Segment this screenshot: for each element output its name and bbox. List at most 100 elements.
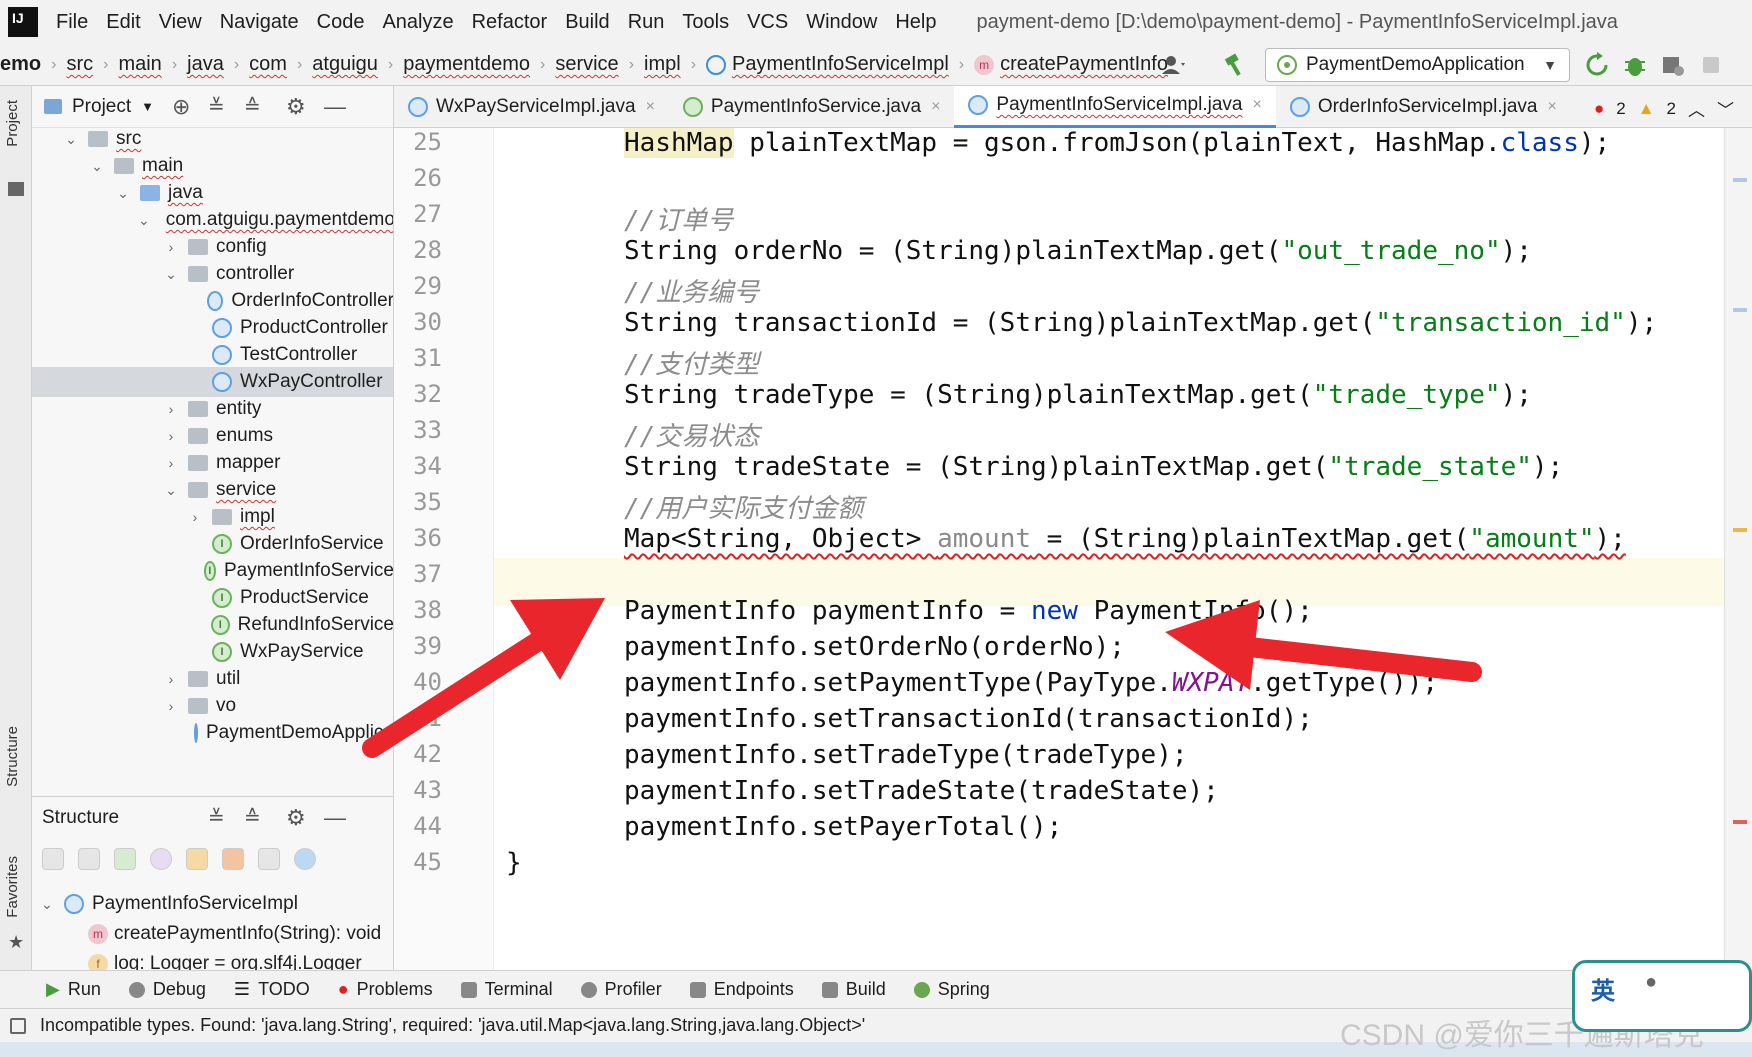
sort-alpha-icon[interactable]	[42, 848, 64, 870]
chevron-down-icon[interactable]: ▼	[141, 99, 154, 114]
status-panel-icon[interactable]	[10, 1017, 26, 1034]
menu-navigate[interactable]: Navigate	[220, 11, 299, 34]
tree-item[interactable]: › entity	[32, 394, 393, 424]
menu-edit[interactable]: Edit	[106, 11, 140, 34]
inspection-widget[interactable]: ● 2 ▲ 2 ︿ ﹀	[1594, 96, 1734, 121]
expand-all-icon[interactable]: ≚	[208, 805, 225, 830]
run-tool-button[interactable]: ▶ Run	[46, 979, 101, 1000]
tree-item[interactable]: › vo	[32, 691, 393, 721]
chevron-down-icon[interactable]: ⌄	[162, 266, 180, 283]
tree-item[interactable]: ⌄ src	[32, 124, 393, 154]
build-hammer-icon[interactable]	[1222, 52, 1248, 78]
menu-window[interactable]: Window	[806, 11, 877, 34]
right-scroll-strip[interactable]	[1724, 128, 1752, 970]
spring-tool-button[interactable]: Spring	[913, 979, 990, 1000]
build-tool-button[interactable]: Build	[821, 979, 886, 1000]
todo-tool-button[interactable]: ☰ TODO	[234, 979, 310, 1000]
terminal-tool-button[interactable]: Terminal	[460, 979, 553, 1000]
tree-item[interactable]: I PaymentInfoService	[32, 556, 393, 586]
breadcrumb-paymentdemo[interactable]: paymentdemo	[403, 53, 530, 76]
project-panel-title[interactable]: Project	[72, 96, 131, 118]
chevron-down-icon[interactable]: ⌄	[162, 482, 180, 499]
minimize-icon[interactable]: —	[324, 805, 346, 831]
show-properties-icon[interactable]	[150, 848, 172, 870]
chevron-right-icon[interactable]: ›	[186, 509, 204, 525]
close-icon[interactable]: ×	[931, 98, 940, 116]
tree-item[interactable]: I ProductService	[32, 583, 393, 613]
rerun-icon[interactable]	[1584, 52, 1610, 78]
chevron-right-icon[interactable]: ›	[162, 671, 180, 687]
tree-item[interactable]: ⌄ java	[32, 178, 393, 208]
profiler-icon[interactable]	[1660, 52, 1686, 78]
tree-item[interactable]: ProductController	[32, 313, 393, 343]
tab-orderinfoserviceimpl[interactable]: OrderInfoServiceImpl.java ×	[1276, 86, 1571, 128]
tree-item[interactable]: WxPayController	[32, 367, 393, 397]
close-icon[interactable]: ×	[1252, 96, 1261, 114]
profiler-tool-button[interactable]: Profiler	[580, 979, 662, 1000]
breadcrumb-main[interactable]: main	[118, 53, 161, 76]
structure-method-row[interactable]: m createPaymentInfo(String): void	[88, 919, 381, 949]
expand-all-icon[interactable]: ≚	[208, 94, 225, 119]
chevron-right-icon[interactable]: ›	[162, 455, 180, 471]
sort-visibility-icon[interactable]	[78, 848, 100, 870]
chevron-down-icon[interactable]: ⌄	[88, 158, 106, 175]
breadcrumb-com[interactable]: com	[249, 53, 287, 76]
breadcrumb-service[interactable]: service	[555, 53, 618, 76]
show-non-public-icon[interactable]	[222, 848, 244, 870]
chevron-down-icon[interactable]: ⌄	[114, 185, 132, 202]
project-tool-tab[interactable]: Project	[4, 100, 21, 147]
close-icon[interactable]: ×	[646, 98, 655, 116]
tree-item[interactable]: › config	[32, 232, 393, 262]
chevron-right-icon[interactable]: ›	[162, 698, 180, 714]
breadcrumb-class[interactable]: PaymentInfoServiceImpl	[706, 53, 949, 76]
chevron-up-icon[interactable]: ︿	[1688, 96, 1705, 121]
breadcrumb-src[interactable]: src	[66, 53, 93, 76]
tree-item[interactable]: I WxPayService	[32, 637, 393, 667]
menu-view[interactable]: View	[159, 11, 202, 34]
locate-icon[interactable]: ⊕	[172, 94, 190, 120]
debug-tool-button[interactable]: Debug	[128, 979, 206, 1000]
menu-code[interactable]: Code	[317, 11, 365, 34]
tab-paymentinfoservice[interactable]: PaymentInfoService.java ×	[669, 86, 955, 128]
tree-item[interactable]: › util	[32, 664, 393, 694]
tree-item[interactable]: I OrderInfoService	[32, 529, 393, 559]
menu-build[interactable]: Build	[565, 11, 609, 34]
endpoints-tool-button[interactable]: Endpoints	[689, 979, 794, 1000]
gear-icon[interactable]: ⚙	[286, 805, 306, 831]
tree-item[interactable]: TestController	[32, 340, 393, 370]
breadcrumb-method[interactable]: m createPaymentInfo	[974, 53, 1168, 76]
show-fields-icon[interactable]	[186, 848, 208, 870]
chevron-down-icon[interactable]: ⌄	[62, 131, 80, 148]
close-icon[interactable]: ×	[1547, 98, 1556, 116]
structure-tool-tab[interactable]: Structure	[4, 726, 21, 787]
chevron-right-icon[interactable]: ›	[162, 401, 180, 417]
favorites-tool-tab[interactable]: Favorites	[4, 856, 21, 918]
menu-refactor[interactable]: Refactor	[472, 11, 548, 34]
tree-item[interactable]: ⌄ main	[32, 151, 393, 181]
tree-item[interactable]: I RefundInfoService	[32, 610, 393, 640]
debug-icon[interactable]	[1622, 52, 1648, 78]
ime-widget[interactable]: 英 ●	[1572, 960, 1752, 1032]
collapse-all-icon[interactable]: ≙	[244, 94, 261, 119]
code-editor[interactable]: HashMap plainTextMap = gson.fromJson(pla…	[494, 128, 1724, 970]
tree-item[interactable]: ⌄ controller	[32, 259, 393, 289]
tab-paymentinfoserviceimpl[interactable]: PaymentInfoServiceImpl.java ×	[954, 85, 1276, 128]
tree-item[interactable]: PaymentDemoApplication	[32, 718, 393, 748]
menu-run[interactable]: Run	[628, 11, 665, 34]
menu-tools[interactable]: Tools	[682, 11, 729, 34]
autoscroll-icon[interactable]	[294, 848, 316, 870]
tree-item[interactable]: ⌄ service	[32, 475, 393, 505]
filter-icon[interactable]	[258, 848, 280, 870]
chevron-right-icon[interactable]: ›	[162, 239, 180, 255]
menu-file[interactable]: File	[56, 11, 88, 34]
tree-item[interactable]: › enums	[32, 421, 393, 451]
structure-class-row[interactable]: ⌄ PaymentInfoServiceImpl	[38, 889, 298, 919]
chevron-down-icon[interactable]: ﹀	[1717, 96, 1734, 121]
run-configuration-dropdown[interactable]: PaymentDemoApplication ▼	[1265, 48, 1570, 82]
breadcrumb-project[interactable]: emo	[0, 53, 41, 76]
chevron-down-icon[interactable]: ⌄	[138, 212, 150, 229]
user-icon[interactable]	[1160, 52, 1186, 78]
collapse-all-icon[interactable]: ≙	[244, 805, 261, 830]
tree-item[interactable]: › mapper	[32, 448, 393, 478]
menu-help[interactable]: Help	[895, 11, 936, 34]
